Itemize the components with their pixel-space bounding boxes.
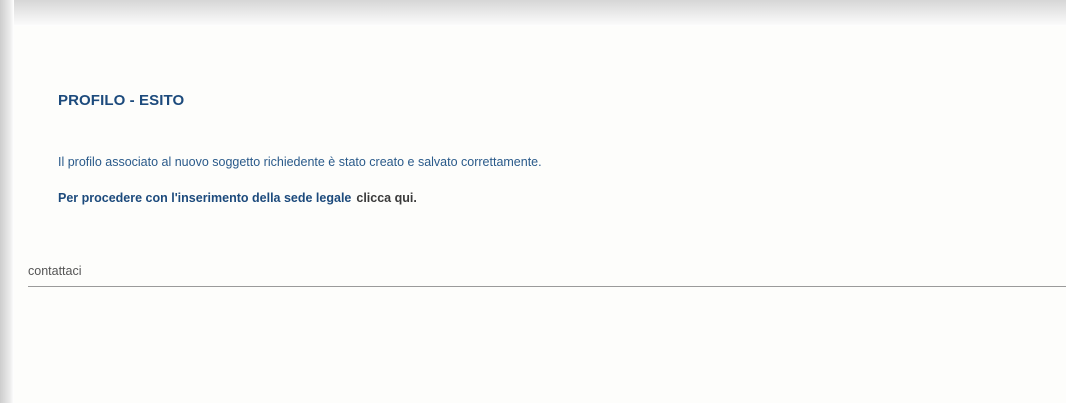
contact-link[interactable]: contattaci xyxy=(28,264,82,278)
page-title: PROFILO - ESITO xyxy=(58,92,185,109)
window-shadow-top xyxy=(0,0,1066,26)
click-here-link[interactable]: clicca qui. xyxy=(356,191,416,205)
footer: contattaci xyxy=(28,262,1066,287)
window-shadow-left xyxy=(0,0,14,403)
proceed-text: Per procedere con l'inserimento della se… xyxy=(58,191,352,205)
page: PROFILO - ESITO Il profilo associato al … xyxy=(0,0,1066,403)
content-panel: PROFILO - ESITO Il profilo associato al … xyxy=(14,26,1066,403)
success-message: Il profilo associato al nuovo soggetto r… xyxy=(58,155,542,169)
proceed-instruction: Per procedere con l'inserimento della se… xyxy=(58,191,417,205)
